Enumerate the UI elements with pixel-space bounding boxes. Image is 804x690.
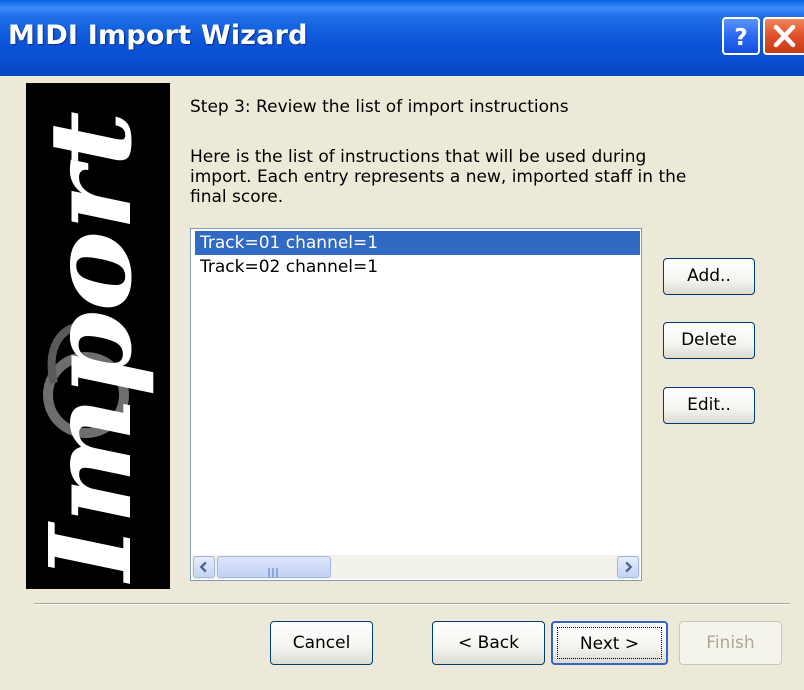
close-x-icon bbox=[773, 24, 796, 48]
cancel-button[interactable]: Cancel bbox=[270, 621, 373, 665]
list-item[interactable]: Track=01 channel=1 bbox=[195, 231, 640, 255]
delete-button[interactable]: Delete bbox=[663, 322, 755, 359]
scroll-right-button[interactable] bbox=[617, 556, 639, 578]
next-button[interactable]: Next > bbox=[551, 621, 668, 665]
grip-icon bbox=[268, 563, 282, 578]
horizontal-scrollbar[interactable] bbox=[192, 555, 640, 579]
close-button[interactable] bbox=[763, 17, 804, 55]
chevron-right-icon bbox=[625, 561, 633, 573]
finish-button[interactable]: Finish bbox=[679, 621, 782, 665]
separator bbox=[34, 603, 790, 605]
step-heading: Step 3: Review the list of import instru… bbox=[190, 97, 569, 117]
help-button[interactable]: ? bbox=[722, 17, 760, 55]
back-button-label: < Back bbox=[458, 633, 519, 653]
question-mark-icon: ? bbox=[734, 24, 748, 51]
title-bar[interactable]: MIDI Import Wizard ? bbox=[0, 0, 804, 76]
scroll-left-button[interactable] bbox=[193, 556, 215, 578]
instructions-list[interactable]: Track=01 channel=1 Track=02 channel=1 bbox=[190, 228, 642, 581]
edit-button-label: Edit.. bbox=[687, 395, 731, 415]
list-item[interactable]: Track=02 channel=1 bbox=[195, 255, 378, 279]
cancel-button-label: Cancel bbox=[292, 633, 351, 653]
description-line-2: import. Each entry represents a new, imp… bbox=[190, 167, 687, 187]
import-banner: Import bbox=[26, 83, 170, 589]
description-line-3: final score. bbox=[190, 187, 284, 207]
delete-button-label: Delete bbox=[681, 330, 737, 350]
back-button[interactable]: < Back bbox=[432, 621, 545, 665]
window-title: MIDI Import Wizard bbox=[8, 20, 308, 51]
chevron-left-icon bbox=[199, 561, 207, 573]
next-button-label: Next > bbox=[579, 634, 640, 654]
description-line-1: Here is the list of instructions that wi… bbox=[190, 147, 647, 167]
add-button-label: Add.. bbox=[687, 266, 731, 286]
banner-import-text: Import bbox=[26, 111, 157, 584]
add-button[interactable]: Add.. bbox=[663, 258, 755, 295]
midi-import-wizard-dialog: MIDI Import Wizard ? Import Step 3: Revi… bbox=[0, 0, 804, 690]
svg-text:?: ? bbox=[734, 24, 748, 51]
finish-button-label: Finish bbox=[706, 633, 755, 653]
scrollbar-thumb[interactable] bbox=[217, 556, 331, 578]
edit-button[interactable]: Edit.. bbox=[663, 387, 755, 424]
